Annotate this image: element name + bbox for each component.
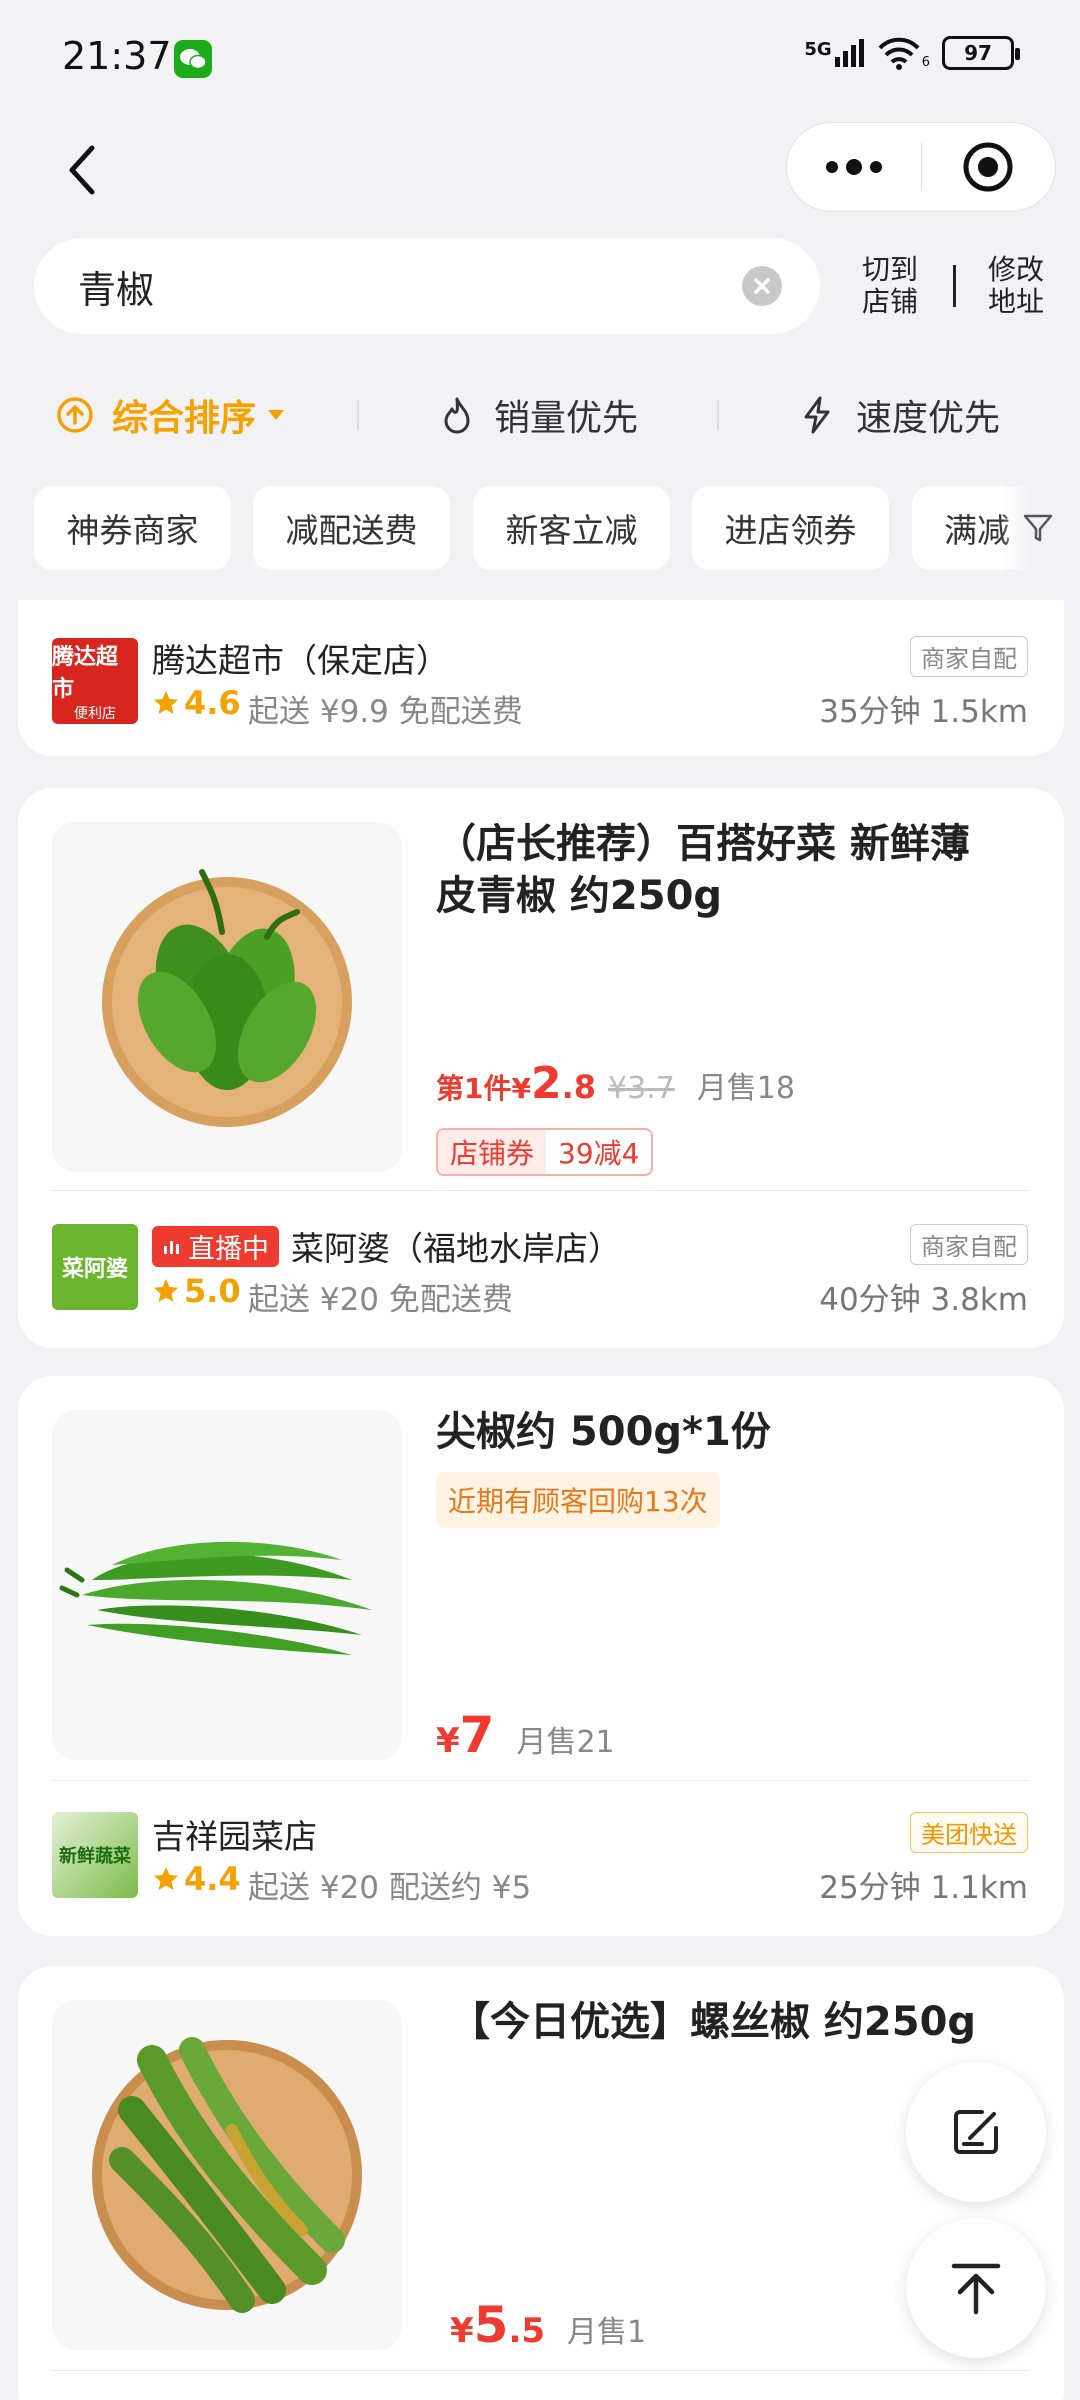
product-image[interactable] [52,822,402,1172]
product-image[interactable] [52,2000,402,2350]
target-icon [963,142,1013,192]
product-card[interactable]: 【今日优选】螺丝椒 约250g ¥ 5 .5 月售1 [18,1966,1064,2400]
signal-icon: 5G [804,39,864,67]
wechat-icon [174,40,212,78]
delivery-info: 起送 ¥9.9 免配送费 [248,694,523,730]
battery-icon: 97 [942,36,1020,70]
lightning-icon [804,396,830,434]
product-card[interactable]: 尖椒约 500g*1份 近期有顾客回购13次 ¥ 7 月售21 新鲜蔬菜 吉祥园… [18,1376,1064,1936]
back-button[interactable] [60,140,104,200]
shop-rating: 4.4 [152,1860,241,1898]
change-address-link[interactable]: 修改 地址 [988,254,1044,318]
star-icon [154,1279,178,1302]
back-to-top-button[interactable] [906,2218,1046,2358]
star-icon [154,691,178,714]
chip-reduce-delivery[interactable]: 减配送费 [253,486,450,570]
filter-button[interactable] [1000,486,1080,570]
search-input[interactable] [78,264,742,308]
price-row: ¥ 5 .5 月售1 [450,2296,647,2354]
price-row: 第1件¥ 2 .8 ¥3.7 月售18 [436,1058,795,1109]
repurchase-tag: 近期有顾客回购13次 [436,1472,720,1528]
product-image[interactable] [52,1410,402,1760]
eta-distance: 35分钟 1.5km [819,694,1028,730]
chip-new-customer[interactable]: 新客立减 [473,486,670,570]
shop-rating: 5.0 [152,1272,241,1310]
flame-icon [444,397,470,434]
eta-distance: 40分钟 3.8km [819,1282,1028,1318]
shop-name: 腾达超市（保定店） [152,641,449,680]
filter-icon [1023,514,1053,542]
shop-header: 直播中 菜阿婆（福地水岸店） [152,1222,621,1270]
shop-logo: 腾达超市 便利店 [52,638,138,724]
product-card[interactable]: （店长推荐）百搭好菜 新鲜薄 皮青椒 约250g 第1件¥ 2 .8 ¥3.7 … [18,788,1064,1348]
coupon-tag: 店铺券 39减4 [436,1128,654,1176]
wifi-icon: 6 [876,36,930,70]
delivery-tag: 美团快送 [910,1812,1028,1853]
sort-sales[interactable]: 销量优先 [440,380,638,450]
sort-speed[interactable]: 速度优先 [800,380,1000,450]
price-row: ¥ 7 月售21 [436,1706,615,1764]
shop-logo: 菜阿婆 [52,1224,138,1310]
shop-card[interactable]: 腾达超市 便利店 腾达超市（保定店） 4.6 起送 ¥9.9 免配送费 商家自配… [18,600,1064,756]
divider [953,265,956,307]
live-badge[interactable]: 直播中 [152,1225,279,1267]
mini-program-capsule [786,122,1056,212]
sort-bar: 综合排序 销量优先 速度优先 [0,380,1080,450]
product-title: 尖椒约 500g*1份 [436,1409,771,1455]
search-bar[interactable] [34,238,820,334]
edit-note-icon [954,2110,998,2154]
more-dots-icon [825,159,882,175]
sort-up-icon [57,397,93,433]
clear-icon[interactable] [742,266,782,306]
delivery-info: 起送 ¥20 免配送费 [248,1282,513,1318]
delivery-tag: 商家自配 [910,636,1028,677]
arrow-up-icon [951,2263,1001,2315]
shop-name: 吉祥园菜店 [152,1817,317,1856]
chip-coupon-merchant[interactable]: 神券商家 [34,486,231,570]
shop-rating: 4.6 [152,684,241,722]
shop-name: 菜阿婆（福地水岸店） [291,1229,621,1268]
more-button[interactable] [787,123,921,211]
shop-logo: 新鲜蔬菜 [52,1812,138,1898]
dropdown-triangle-icon [268,410,285,420]
product-title: （店长推荐）百搭好菜 新鲜薄 皮青椒 约250g [436,821,970,919]
eta-distance: 25分钟 1.1km [819,1870,1028,1906]
status-time: 21:37 [62,34,172,78]
feedback-button[interactable] [906,2062,1046,2202]
switch-to-shop-link[interactable]: 切到 店铺 [862,254,918,318]
close-mini-program-button[interactable] [922,123,1056,211]
delivery-tag: 商家自配 [910,1224,1028,1265]
product-title: 【今日优选】螺丝椒 约250g [450,1999,977,2045]
chip-shop-coupon[interactable]: 进店领券 [692,486,889,570]
delivery-info: 起送 ¥20 配送约 ¥5 [248,1870,532,1906]
sort-comprehensive[interactable]: 综合排序 [56,380,286,450]
status-icons: 5G 6 97 [804,36,1020,70]
live-bars-icon [164,1241,179,1254]
star-icon [154,1867,178,1890]
